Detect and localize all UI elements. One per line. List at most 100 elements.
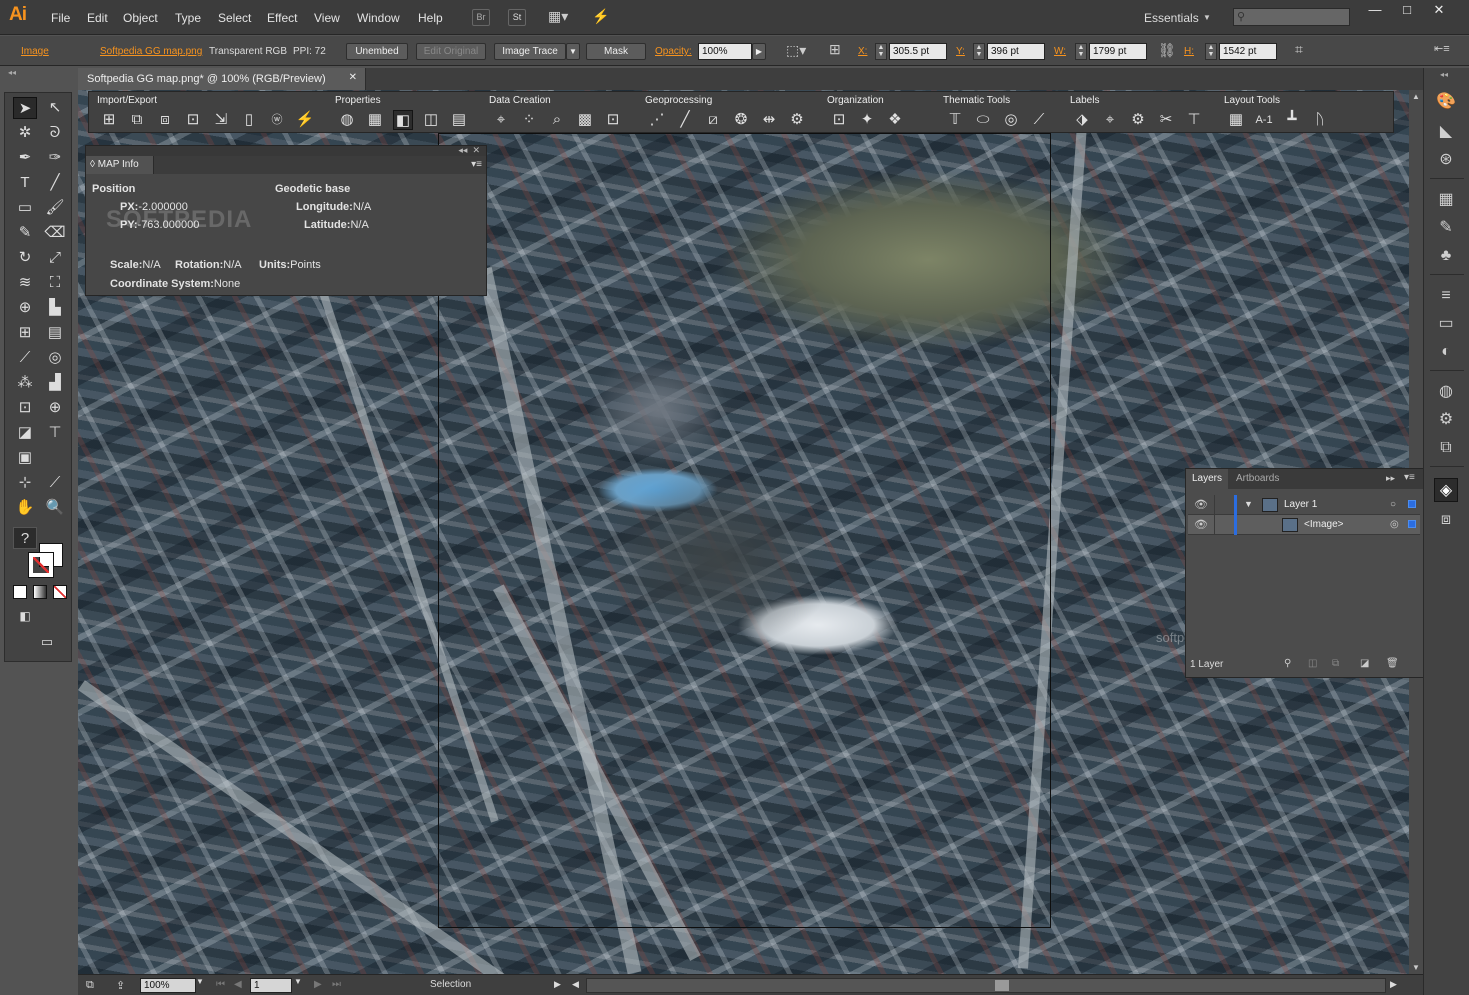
- perspective-grid-tool-icon[interactable]: ▙: [43, 297, 67, 319]
- h-stepper[interactable]: ▲ ▼: [1205, 43, 1217, 60]
- map-info-icon[interactable]: ◧: [393, 110, 413, 130]
- label-features-icon[interactable]: ⬗: [1072, 110, 1092, 130]
- menu-window[interactable]: Window: [357, 11, 400, 25]
- close-icon[interactable]: ✕: [472, 145, 480, 155]
- map-info-tab[interactable]: ◊ MAP Info: [86, 156, 154, 174]
- asset-export-icon[interactable]: ⧉: [1434, 436, 1458, 460]
- layers-icon[interactable]: ◈: [1434, 478, 1458, 502]
- export-icon[interactable]: ⧈: [155, 110, 175, 130]
- ruler-tool-icon[interactable]: ◪: [13, 422, 37, 444]
- gradient-tool-icon[interactable]: ▤: [43, 322, 67, 344]
- label-settings-icon[interactable]: ⚙: [1128, 110, 1148, 130]
- import-layer-icon[interactable]: ⧉: [127, 110, 147, 130]
- color-guide-icon[interactable]: ◣: [1434, 120, 1458, 144]
- h-field[interactable]: 1542 pt: [1219, 43, 1277, 60]
- gpu-performance-icon[interactable]: ⚡: [592, 8, 609, 25]
- draw-mode-icon[interactable]: ◧: [13, 605, 37, 627]
- eyedropper-tool-icon[interactable]: ⟋: [13, 347, 37, 369]
- recolor-icon[interactable]: ⊛: [1434, 148, 1458, 172]
- add-points-icon[interactable]: ⁘: [519, 110, 539, 130]
- rotate-tool-icon[interactable]: ↻: [13, 247, 37, 269]
- text-label-icon[interactable]: ⊤: [1184, 110, 1204, 130]
- quick-export-icon[interactable]: ⚡: [295, 110, 315, 130]
- transparency-icon[interactable]: ◐: [1434, 340, 1458, 364]
- selection-type-link[interactable]: Image: [21, 46, 49, 57]
- layer-row[interactable]: 👁 ▼ Layer 1 ○: [1188, 495, 1420, 515]
- fill-stroke-swatch[interactable]: [28, 543, 65, 578]
- clip-icon[interactable]: ⧄: [703, 110, 723, 130]
- mask-button[interactable]: Mask: [586, 43, 646, 60]
- line-tool-icon[interactable]: ╱: [43, 172, 67, 194]
- export-image-icon[interactable]: ⊡: [183, 110, 203, 130]
- tab-layers[interactable]: Layers: [1186, 469, 1229, 489]
- scroll-up-icon[interactable]: ▲: [1412, 92, 1420, 101]
- menu-object[interactable]: Object: [123, 11, 158, 25]
- linked-file-link[interactable]: Softpedia GG map.png: [100, 46, 202, 57]
- maximize-button[interactable]: □: [1392, 2, 1422, 20]
- warp-tool-icon[interactable]: ≋: [13, 272, 37, 294]
- layer-name[interactable]: Layer 1: [1284, 499, 1317, 510]
- panel-menu-icon[interactable]: ▾≡: [1404, 472, 1415, 483]
- eraser-tool-icon[interactable]: ⌫: [43, 222, 67, 244]
- unembed-button[interactable]: Unembed: [346, 43, 408, 60]
- graphic-styles-icon[interactable]: ⚙: [1434, 408, 1458, 432]
- direct-selection-tool-icon[interactable]: ↖: [43, 97, 67, 119]
- document-tab[interactable]: Softpedia GG map.png* @ 100% (RGB/Previe…: [78, 68, 366, 90]
- image-trace-button[interactable]: Image Trace: [494, 43, 566, 60]
- slice-tool-icon[interactable]: ⟋: [43, 472, 67, 494]
- horizontal-scrollbar[interactable]: [586, 978, 1386, 993]
- image-tool-icon[interactable]: ▣: [13, 447, 37, 469]
- color-icon[interactable]: 🎨: [1434, 90, 1458, 114]
- wand-icon[interactable]: ⟋: [1029, 110, 1049, 130]
- shape-builder-tool-icon[interactable]: ⊕: [13, 297, 37, 319]
- menu-view[interactable]: View: [314, 11, 340, 25]
- visibility-eye-icon[interactable]: 👁: [1194, 518, 1208, 531]
- map-legend-icon[interactable]: ◫: [421, 110, 441, 130]
- x-field[interactable]: 305.5 pt: [889, 43, 947, 60]
- status-menu-icon[interactable]: ▶: [554, 979, 561, 990]
- visibility-eye-icon[interactable]: 👁: [1194, 498, 1208, 511]
- color-swatch-icon[interactable]: [13, 585, 27, 599]
- stock-button[interactable]: St: [508, 9, 526, 26]
- screen-mode-icon[interactable]: ▭: [35, 631, 59, 653]
- column-graph-tool-icon[interactable]: ▟: [43, 372, 67, 394]
- theme-stylesheet-icon[interactable]: ◎: [1001, 110, 1021, 130]
- point-placement-icon[interactable]: ⌕: [547, 110, 567, 130]
- menu-type[interactable]: Type: [175, 11, 201, 25]
- zoom-tool-icon[interactable]: 🔍: [43, 497, 67, 519]
- mesh-tool-icon[interactable]: ⊞: [13, 322, 37, 344]
- map-zoom-tool-icon[interactable]: ⊕: [43, 397, 67, 419]
- gradient-swatch-icon[interactable]: [33, 585, 47, 599]
- lasso-tool-icon[interactable]: ᘐ: [43, 122, 67, 144]
- appearance-icon[interactable]: ◍: [1434, 380, 1458, 404]
- select-by-icon[interactable]: ⊡: [829, 110, 849, 130]
- zoom-dropdown-icon[interactable]: ▼: [196, 977, 204, 986]
- pencil-tool-icon[interactable]: ✎: [13, 222, 37, 244]
- target-circle-icon[interactable]: ○: [1390, 499, 1396, 510]
- collapse-icon[interactable]: ◂◂: [458, 145, 467, 155]
- first-artboard-icon[interactable]: ⏮: [216, 979, 225, 990]
- arrange-documents-icon[interactable]: ▦▾: [548, 8, 568, 25]
- simplify-icon[interactable]: ⋰: [647, 110, 667, 130]
- opacity-label[interactable]: Opacity:: [655, 46, 692, 57]
- clipping-mask-icon[interactable]: ◫: [1308, 658, 1317, 669]
- layer-row[interactable]: 👁 <Image> ◎: [1188, 515, 1420, 535]
- artboard-dropdown-icon[interactable]: ▼: [294, 977, 302, 986]
- w-field[interactable]: 1799 pt: [1089, 43, 1147, 60]
- locate-object-icon[interactable]: ⚲: [1284, 658, 1291, 669]
- stroke-icon[interactable]: ≡: [1434, 284, 1458, 308]
- scroll-thumb[interactable]: [995, 980, 1009, 991]
- w-stepper[interactable]: ▲ ▼: [1075, 43, 1087, 60]
- export-to-pdf-icon[interactable]: ⇲: [211, 110, 231, 130]
- line-tool-icon[interactable]: ╱: [675, 110, 695, 130]
- menu-select[interactable]: Select: [218, 11, 251, 25]
- join-icon[interactable]: ⇹: [759, 110, 779, 130]
- attributes-icon[interactable]: ▦: [365, 110, 385, 130]
- target-circle-icon[interactable]: ◎: [1390, 519, 1399, 530]
- buffer-icon[interactable]: ❂: [731, 110, 751, 130]
- curvature-tool-icon[interactable]: ✑: [43, 147, 67, 169]
- scale-bar-icon[interactable]: ┻: [1282, 110, 1302, 130]
- north-arrow-icon[interactable]: ᚢ: [1310, 110, 1330, 130]
- create-map-icon[interactable]: ⌖: [491, 110, 511, 130]
- label-tag-icon[interactable]: ⌖: [1100, 110, 1120, 130]
